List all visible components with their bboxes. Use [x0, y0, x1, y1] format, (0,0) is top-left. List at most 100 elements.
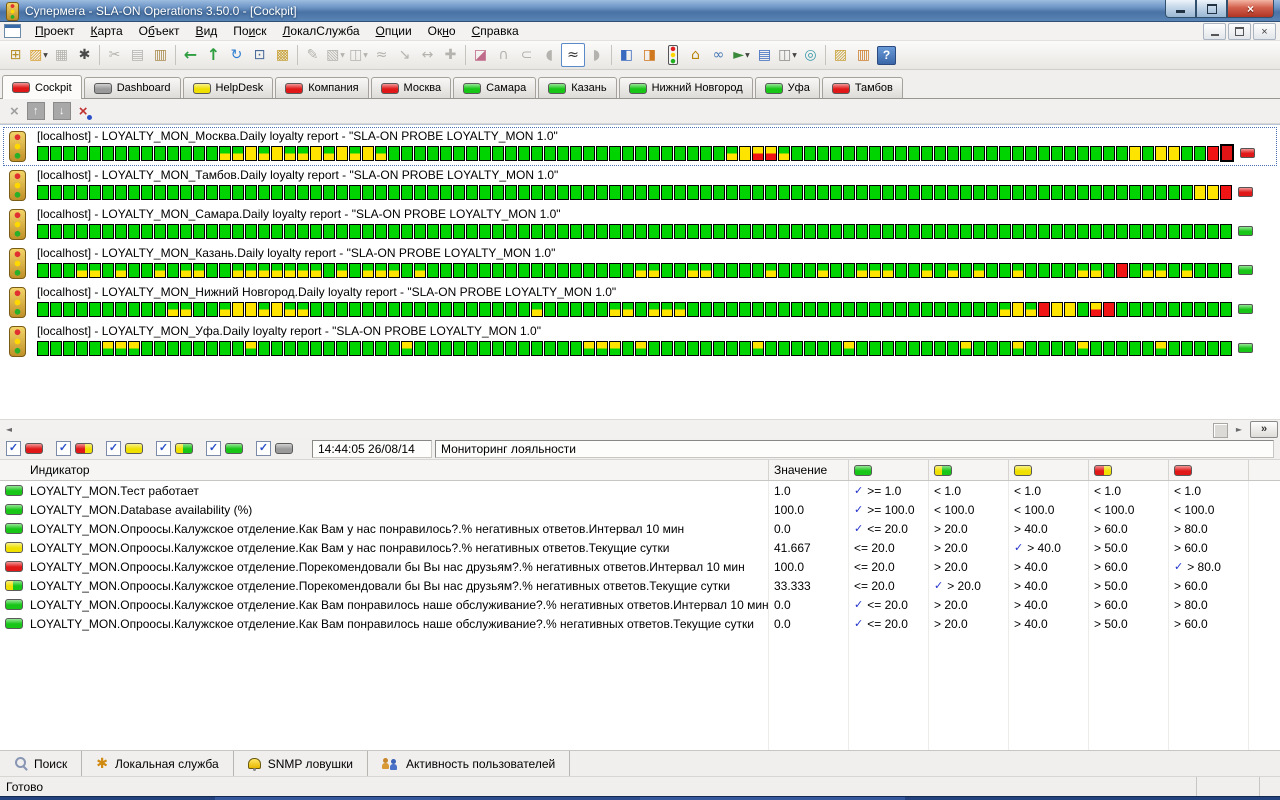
history-cell[interactable] — [921, 185, 933, 200]
tab-Тамбов[interactable]: Тамбов — [822, 77, 903, 98]
node-button[interactable]: ◖ — [538, 44, 561, 67]
history-cell[interactable] — [973, 263, 985, 278]
history-cell[interactable] — [635, 341, 647, 356]
history-cell[interactable] — [479, 302, 491, 317]
history-cell[interactable] — [765, 185, 777, 200]
history-cell[interactable] — [1207, 224, 1219, 239]
history-cell[interactable] — [492, 341, 504, 356]
help-button[interactable]: ? — [875, 44, 898, 67]
table-row[interactable]: LOYALTY_MON.Database availability (%)100… — [0, 500, 1280, 519]
history-cell[interactable] — [1220, 144, 1234, 162]
history-cell[interactable] — [349, 263, 361, 278]
history-cell[interactable] — [895, 263, 907, 278]
history-cell[interactable] — [856, 341, 868, 356]
history-cell[interactable] — [1025, 263, 1037, 278]
history-cell[interactable] — [635, 263, 647, 278]
chart-button[interactable]: ≈ — [561, 43, 585, 67]
history-cell[interactable] — [37, 185, 49, 200]
history-cell[interactable] — [180, 341, 192, 356]
shape-button[interactable]: ∩ — [492, 44, 515, 67]
history-cell[interactable] — [1116, 185, 1128, 200]
history-cell[interactable] — [830, 341, 842, 356]
history-cell[interactable] — [271, 302, 283, 317]
filter-checkbox-yellow[interactable]: ✓ — [106, 441, 121, 456]
history-cell[interactable] — [661, 185, 673, 200]
history-cell[interactable] — [661, 263, 673, 278]
history-cell[interactable] — [791, 263, 803, 278]
history-cell[interactable] — [778, 224, 790, 239]
history-cell[interactable] — [648, 302, 660, 317]
history-cell[interactable] — [752, 185, 764, 200]
history-cell[interactable] — [882, 341, 894, 356]
history-cell[interactable] — [622, 302, 634, 317]
history-cell[interactable] — [323, 302, 335, 317]
history-cell[interactable] — [934, 185, 946, 200]
history-cell[interactable] — [869, 302, 881, 317]
history-cell[interactable] — [1025, 224, 1037, 239]
history-cell[interactable] — [830, 302, 842, 317]
history-cell[interactable] — [193, 146, 205, 161]
history-cell[interactable] — [830, 263, 842, 278]
history-cell[interactable] — [713, 224, 725, 239]
history-cell[interactable] — [1155, 302, 1167, 317]
menu-item-Вид[interactable]: Вид — [188, 23, 226, 39]
back-button[interactable]: ← — [179, 44, 202, 67]
history-cell[interactable] — [1207, 185, 1219, 200]
history-cell[interactable] — [297, 224, 309, 239]
history-cell[interactable] — [258, 224, 270, 239]
history-cell[interactable] — [609, 341, 621, 356]
history-cell[interactable] — [583, 185, 595, 200]
history-cell[interactable] — [804, 185, 816, 200]
history-cell[interactable] — [154, 146, 166, 161]
history-cell[interactable] — [1064, 341, 1076, 356]
close-button[interactable]: × — [1227, 0, 1274, 18]
history-cell[interactable] — [505, 302, 517, 317]
history-cell[interactable] — [1207, 341, 1219, 356]
history-cell[interactable] — [102, 224, 114, 239]
history-cell[interactable] — [375, 263, 387, 278]
history-cell[interactable] — [544, 302, 556, 317]
cut-button[interactable]: ✂ — [103, 44, 126, 67]
history-cell[interactable] — [1103, 341, 1115, 356]
history-cell[interactable] — [323, 185, 335, 200]
history-cell[interactable] — [37, 302, 49, 317]
history-cell[interactable] — [700, 302, 712, 317]
history-cell[interactable] — [50, 185, 62, 200]
history-cell[interactable] — [583, 263, 595, 278]
history-cell[interactable] — [778, 302, 790, 317]
bottom-tab-snmp[interactable]: SNMP ловушки — [234, 751, 368, 776]
history-cell[interactable] — [531, 146, 543, 161]
history-cell[interactable] — [635, 224, 647, 239]
history-cell[interactable] — [1181, 302, 1193, 317]
history-cell[interactable] — [1181, 185, 1193, 200]
history-cell[interactable] — [284, 263, 296, 278]
history-cell[interactable] — [531, 263, 543, 278]
history-cell[interactable] — [999, 341, 1011, 356]
history-cell[interactable] — [167, 146, 179, 161]
history-cell[interactable] — [765, 146, 777, 161]
history-cell[interactable] — [453, 341, 465, 356]
tab-Уфа[interactable]: Уфа — [755, 77, 820, 98]
history-cell[interactable] — [219, 263, 231, 278]
column-header-threshold-red-yellow[interactable] — [1088, 460, 1168, 480]
history-cell[interactable] — [1051, 263, 1063, 278]
history-cell[interactable] — [1038, 341, 1050, 356]
history-cell[interactable] — [1090, 185, 1102, 200]
history-cell[interactable] — [700, 146, 712, 161]
history-cell[interactable] — [180, 263, 192, 278]
history-cell[interactable] — [557, 263, 569, 278]
history-cell[interactable] — [596, 341, 608, 356]
history-cell[interactable] — [1168, 185, 1180, 200]
history-cell[interactable] — [258, 185, 270, 200]
history-cell[interactable] — [1090, 224, 1102, 239]
history-cell[interactable] — [687, 302, 699, 317]
history-cell[interactable] — [726, 185, 738, 200]
history-cell[interactable] — [401, 185, 413, 200]
history-cell[interactable] — [635, 185, 647, 200]
history-cell[interactable] — [726, 263, 738, 278]
history-cell[interactable] — [141, 146, 153, 161]
history-cell[interactable] — [843, 302, 855, 317]
history-cell[interactable] — [440, 263, 452, 278]
history-cell[interactable] — [466, 341, 478, 356]
history-cell[interactable] — [557, 302, 569, 317]
